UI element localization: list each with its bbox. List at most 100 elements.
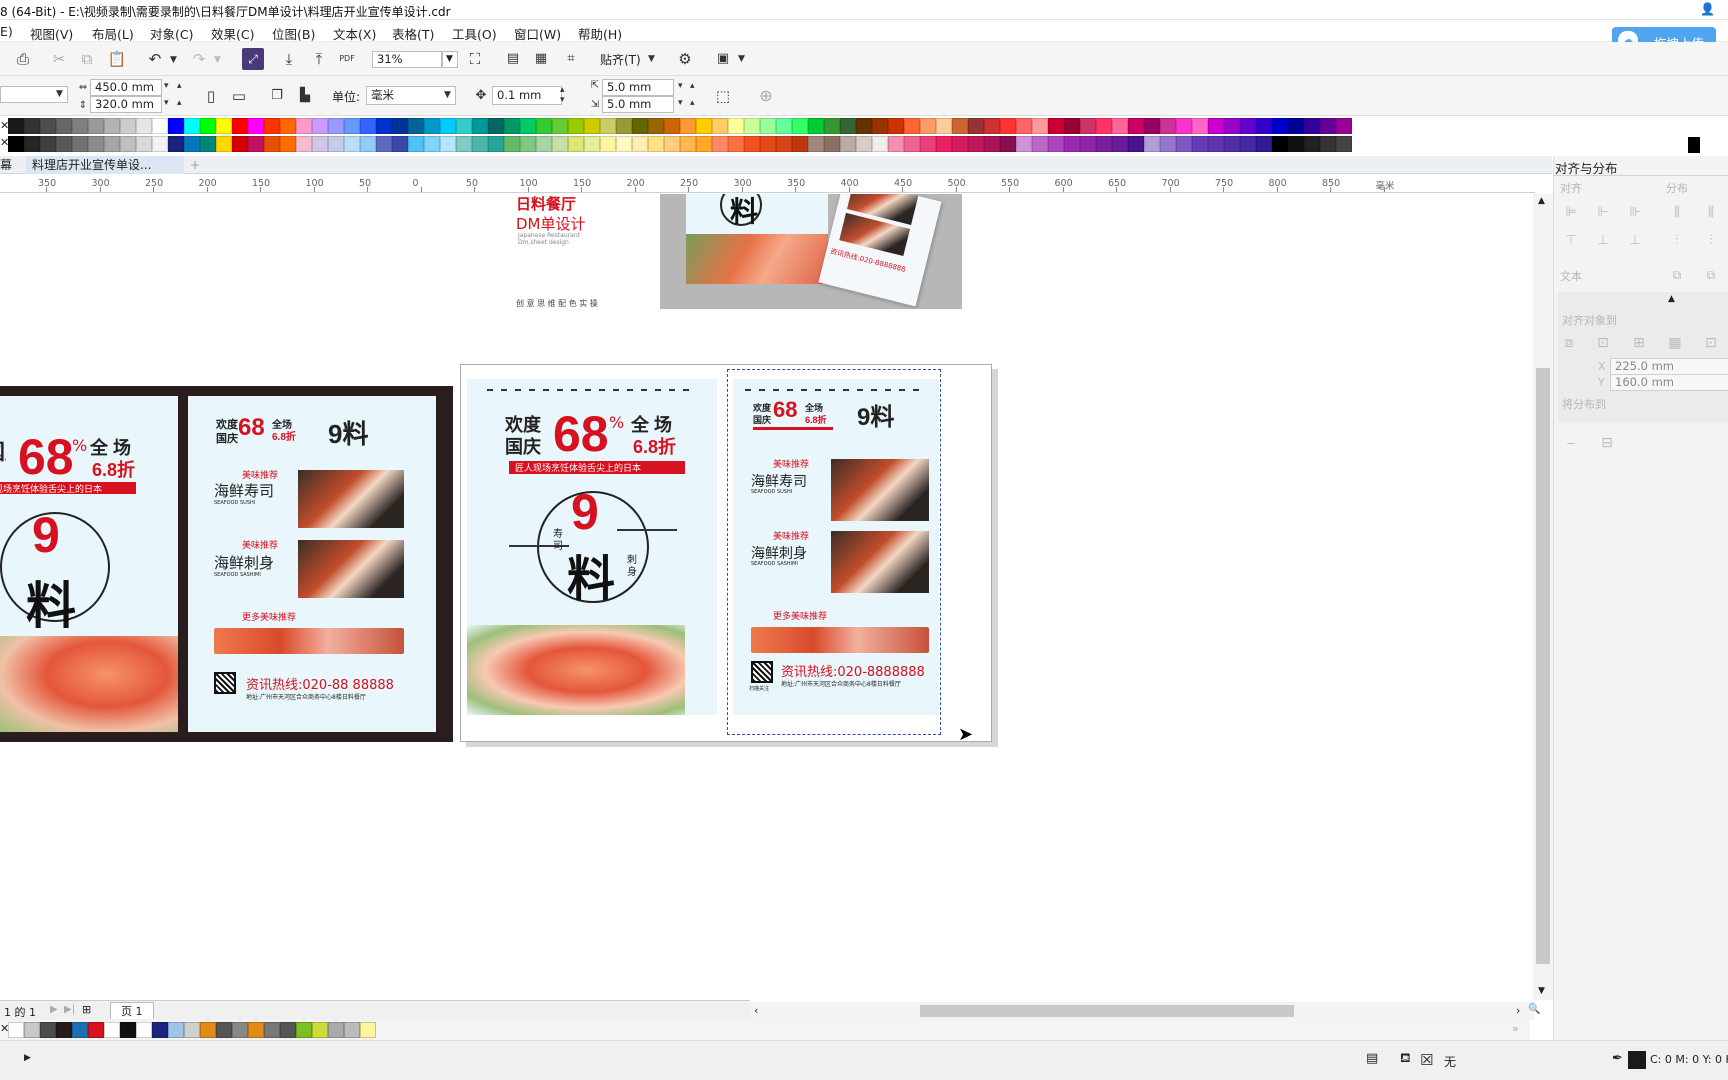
page-center-icon[interactable]: ⊞ xyxy=(1628,332,1650,354)
palette-swatch[interactable] xyxy=(280,118,296,134)
redo-dropdown-icon[interactable]: ▼ xyxy=(214,55,221,65)
palette-swatch[interactable] xyxy=(616,136,632,152)
palette-swatch[interactable] xyxy=(600,136,616,152)
page-frame[interactable]: 欢度 国庆 68 % 全 场 6.8折 匠人现场烹饪体验舌尖上的日本 9 料 寿… xyxy=(460,364,992,742)
palette-swatch[interactable] xyxy=(264,118,280,134)
doc-palette-scroll-icon[interactable]: » xyxy=(1512,1022,1519,1035)
dup-x-spinner-icon[interactable]: ▾ xyxy=(678,81,683,91)
y-position-field[interactable]: 160.0 mm xyxy=(1610,374,1728,391)
palette-swatch[interactable] xyxy=(904,118,920,134)
palette-swatch[interactable] xyxy=(168,118,184,134)
palette-swatch[interactable] xyxy=(520,136,536,152)
palette-swatch[interactable] xyxy=(760,136,776,152)
duplicate-distance-y-field[interactable]: 5.0 mm xyxy=(602,96,674,113)
last-page-icon[interactable]: ▶| xyxy=(64,1004,75,1015)
next-page-icon[interactable]: ▶ xyxy=(50,1004,58,1015)
current-page-icon[interactable]: ▙ xyxy=(294,85,316,107)
palette-swatch[interactable] xyxy=(1288,118,1304,134)
palette-swatch[interactable] xyxy=(984,118,1000,134)
palette-swatch[interactable] xyxy=(632,118,648,134)
palette-swatch[interactable] xyxy=(440,118,456,134)
palette-swatch[interactable] xyxy=(312,118,328,134)
text-align-baseline-icon[interactable]: ⧉ xyxy=(1700,264,1722,286)
palette-swatch[interactable] xyxy=(424,136,440,152)
palette-swatch[interactable] xyxy=(248,136,264,152)
palette-swatch[interactable] xyxy=(712,118,728,134)
document-palette-swatch[interactable] xyxy=(280,1022,296,1038)
palette-swatch[interactable] xyxy=(920,118,936,134)
align-center-h-icon[interactable]: ⊩ xyxy=(1592,202,1614,224)
palette-swatch[interactable] xyxy=(1048,118,1064,134)
scroll-right-icon[interactable]: › xyxy=(1516,1004,1520,1017)
palette-swatch[interactable] xyxy=(664,118,680,134)
palette-swatch[interactable] xyxy=(392,136,408,152)
document-palette-swatch[interactable] xyxy=(216,1022,232,1038)
palette-swatch[interactable] xyxy=(296,118,312,134)
palette-swatch[interactable] xyxy=(552,136,568,152)
width-spin-up-icon[interactable]: ▴ xyxy=(177,81,182,91)
palette-swatch[interactable] xyxy=(1048,136,1064,152)
palette-swatch[interactable] xyxy=(376,118,392,134)
palette-swatch[interactable] xyxy=(1256,118,1272,134)
palette-swatch[interactable] xyxy=(1112,118,1128,134)
grid-align-icon[interactable]: ▦ xyxy=(1664,332,1686,354)
dup-x-spin-up-icon[interactable]: ▴ xyxy=(690,81,695,91)
document-palette-swatch[interactable] xyxy=(232,1022,248,1038)
palette-swatch[interactable] xyxy=(824,118,840,134)
document-palette-swatch[interactable] xyxy=(88,1022,104,1038)
document-palette-swatch[interactable] xyxy=(312,1022,328,1038)
palette-swatch[interactable] xyxy=(744,118,760,134)
palette-swatch[interactable] xyxy=(808,118,824,134)
palette-swatch[interactable] xyxy=(968,118,984,134)
palette-swatch[interactable] xyxy=(1272,136,1288,152)
document-palette-swatch[interactable] xyxy=(184,1022,200,1038)
palette-swatch[interactable] xyxy=(1208,136,1224,152)
palette-swatch[interactable] xyxy=(1240,136,1256,152)
align-right-icon[interactable]: ⊪ xyxy=(1624,202,1646,224)
zoom-level-field[interactable]: 31% xyxy=(372,51,442,68)
palette-swatch[interactable] xyxy=(888,136,904,152)
palette-swatch[interactable] xyxy=(120,136,136,152)
dup-y-spin-up-icon[interactable]: ▴ xyxy=(690,98,695,108)
snap-dropdown-icon[interactable]: ▼ xyxy=(648,54,655,64)
palette-swatch[interactable] xyxy=(520,118,536,134)
palette-swatch[interactable] xyxy=(280,136,296,152)
add-icon[interactable]: ⊕ xyxy=(755,85,777,107)
palette-swatch[interactable] xyxy=(216,118,232,134)
options-gear-icon[interactable]: ⚙ xyxy=(674,48,696,70)
distribute-selection-icon[interactable]: ⎯ xyxy=(1560,432,1582,454)
undo-icon[interactable]: ↶ xyxy=(144,48,166,70)
palette-swatch[interactable] xyxy=(136,118,152,134)
document-palette-swatch[interactable] xyxy=(152,1022,168,1038)
palette-swatch[interactable] xyxy=(328,136,344,152)
palette-swatch[interactable] xyxy=(472,136,488,152)
height-spinner-icon[interactable]: ▾ xyxy=(164,98,169,108)
palette-swatch[interactable] xyxy=(1224,118,1240,134)
undo-dropdown-icon[interactable]: ▼ xyxy=(170,55,177,65)
fill-bucket-icon[interactable]: ⛾ xyxy=(1400,1051,1411,1068)
menu-item-tools[interactable]: 工具(O) xyxy=(452,24,497,43)
vertical-scroll-thumb[interactable] xyxy=(1536,368,1550,964)
launcher-dropdown-icon[interactable]: ▼ xyxy=(738,54,745,64)
menu-item-text[interactable]: 文本(X) xyxy=(333,24,376,43)
user-icon[interactable]: 👤 xyxy=(1700,2,1715,16)
palette-swatch[interactable] xyxy=(952,118,968,134)
unit-select[interactable]: 毫米 xyxy=(366,86,456,105)
color-proof-icon[interactable]: ▤ xyxy=(1366,1051,1378,1066)
grid-icon[interactable]: ▦ xyxy=(530,48,552,70)
scroll-left-icon[interactable]: ‹ xyxy=(754,1004,758,1017)
palette-swatch[interactable] xyxy=(296,136,312,152)
palette-swatch[interactable] xyxy=(1336,136,1352,152)
palette-swatch[interactable] xyxy=(40,118,56,134)
palette-swatch[interactable] xyxy=(24,136,40,152)
dark-spread[interactable]: 国庆 68 % 全 场 6.8折 匠人现场烹饪体验舌尖上的日本 9 料 欢度 国… xyxy=(0,386,453,742)
palette-swatch[interactable] xyxy=(568,118,584,134)
palette-swatch[interactable] xyxy=(888,118,904,134)
document-palette-swatch[interactable] xyxy=(328,1022,344,1038)
palette-swatch[interactable] xyxy=(792,136,808,152)
palette-swatch[interactable] xyxy=(648,136,664,152)
palette-swatch[interactable] xyxy=(536,136,552,152)
palette-swatch[interactable] xyxy=(1128,136,1144,152)
page-size-dropdown-icon[interactable]: ▼ xyxy=(56,89,63,99)
copy-icon[interactable]: ⧉ xyxy=(76,48,98,70)
